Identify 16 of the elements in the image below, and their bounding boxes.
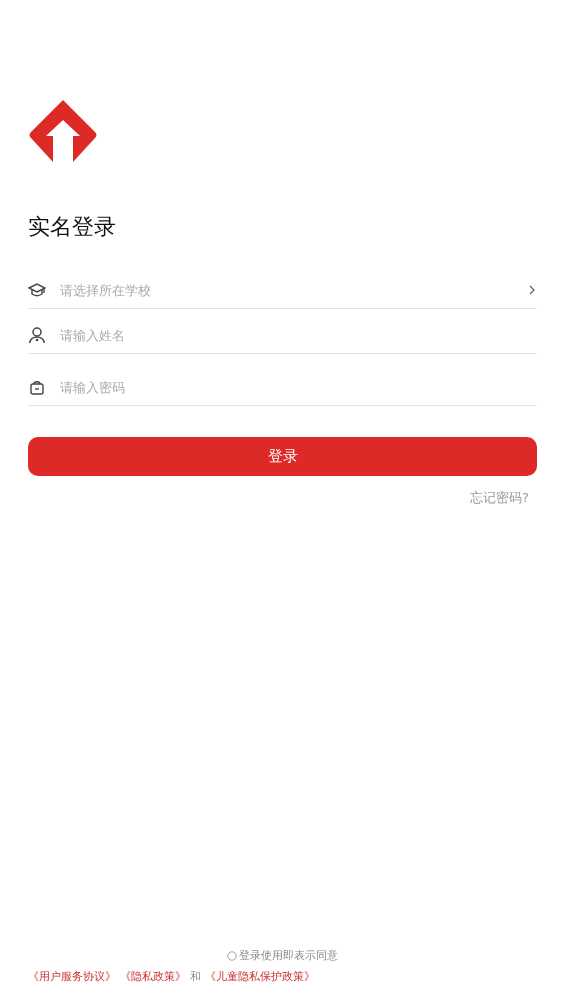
login-button[interactable]: 登录: [28, 437, 537, 476]
chevron-icon: [527, 284, 537, 296]
agreement-link[interactable]: 《儿童隐私保护政策》: [205, 969, 315, 984]
school-select[interactable]: 请选择所在学校: [60, 278, 513, 302]
lock-icon: [28, 378, 46, 396]
page-title: 实名登录: [28, 213, 117, 241]
person-icon: [28, 326, 46, 344]
input-field[interactable]: 请输入密码: [60, 375, 537, 399]
forgot-password-link[interactable]: 忘记密码?: [470, 489, 529, 507]
agree-radio[interactable]: [227, 950, 237, 961]
input-field[interactable]: 请输入姓名: [60, 323, 537, 347]
agreement-link[interactable]: 《隐私政策》: [120, 969, 186, 984]
conjunction-text: 和: [190, 969, 201, 984]
agreement-text: 登录使用即表示同意: [239, 948, 338, 963]
agreement-link[interactable]: 《用户服务协议》: [28, 969, 116, 984]
graduation-cap-icon: [28, 281, 46, 299]
